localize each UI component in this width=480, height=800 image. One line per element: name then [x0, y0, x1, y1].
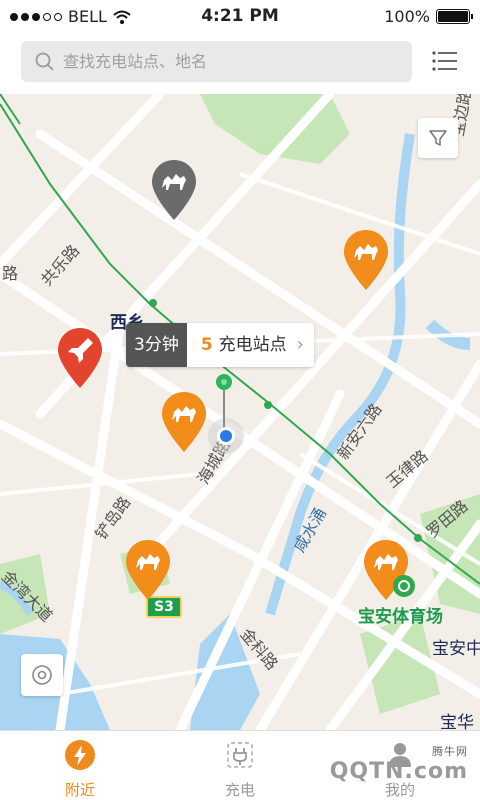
locate-target-icon	[32, 665, 52, 685]
battery-percent: 100%	[384, 7, 430, 26]
place-label-baohua: 宝华	[440, 713, 474, 730]
locate-button[interactable]	[21, 654, 63, 696]
bolt-icon	[65, 740, 95, 770]
current-location-icon	[208, 374, 244, 454]
tab-charge[interactable]: 充电	[200, 739, 280, 800]
nearby-tip[interactable]: 3分钟 5 充电站点 ›	[126, 323, 314, 367]
status-bar: BELL 4:21 PM 100%	[0, 0, 480, 32]
status-right: 100%	[384, 7, 473, 26]
search-icon	[35, 52, 54, 71]
search-box[interactable]	[21, 41, 412, 82]
camel-pin-grey-icon[interactable]	[150, 158, 198, 222]
camel-pin-orange-icon[interactable]	[342, 228, 390, 292]
place-label-baoan-center: 宝安中	[432, 639, 480, 659]
watermark-sub: 腾牛网	[432, 745, 468, 758]
filter-icon	[429, 130, 447, 146]
rocket-pin-icon[interactable]	[56, 326, 104, 390]
tab-charge-label: 充电	[224, 781, 255, 799]
road-label-edge: 路	[2, 264, 19, 283]
tip-drive-time: 3分钟	[126, 323, 187, 367]
plug-icon	[227, 742, 253, 768]
tab-bar: 附近 充电 我的 腾牛网 QQTN.com	[0, 730, 480, 800]
place-label-stadium: 宝安体育场	[358, 607, 443, 627]
tip-count-label: 充电站点	[218, 335, 287, 355]
tab-nearby-label: 附近	[64, 781, 95, 799]
tip-count-number: 5	[200, 335, 213, 355]
stadium-icon	[393, 575, 415, 597]
search-header	[0, 32, 480, 94]
watermark-logo: 腾牛网 QQTN.com	[330, 743, 468, 784]
watermark-text: QQTN.com	[329, 759, 468, 784]
search-input[interactable]	[63, 52, 393, 71]
list-menu-icon[interactable]	[432, 48, 458, 74]
filter-button[interactable]	[418, 118, 458, 158]
map-view[interactable]: 西乡 宝安体育场 宝安中 宝华 共乐路 海城路 新安六路 玉律路 罗田路 铲岛路…	[0, 94, 480, 730]
battery-icon	[436, 9, 473, 24]
tip-station-count[interactable]: 5 充电站点 ›	[186, 323, 314, 367]
chevron-right-icon: ›	[296, 334, 304, 355]
tab-nearby[interactable]: 附近	[40, 739, 120, 800]
camel-pin-orange-icon[interactable]	[124, 538, 172, 602]
